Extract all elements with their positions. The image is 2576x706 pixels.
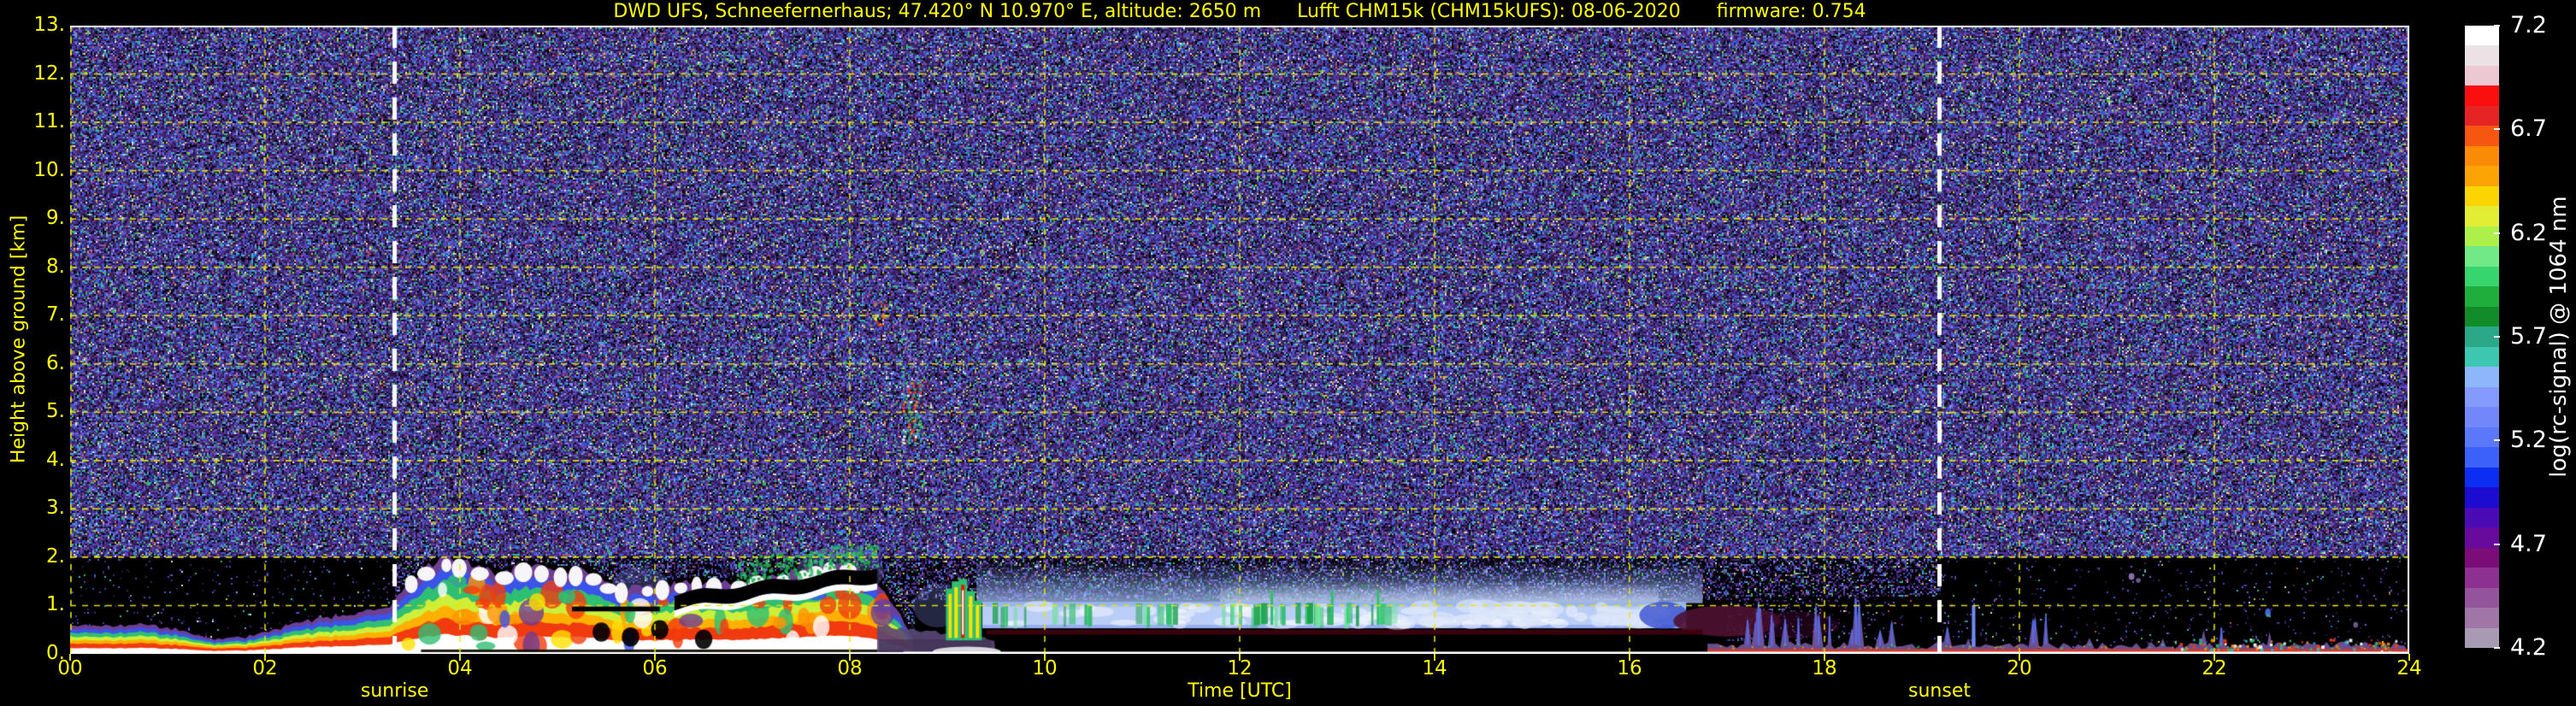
y-tick-label: 12.: [33, 62, 65, 85]
x-tick-mark: [2408, 654, 2410, 661]
title-instrument: Lufft CHM15k (CHM15kUFS): 08-06-2020: [1297, 1, 1681, 22]
colorbar-tick-mark: [2494, 439, 2500, 442]
x-tick-mark: [1239, 654, 1241, 661]
colorbar-segment: [2465, 185, 2499, 207]
colorbar-tick-label: 4.2: [2510, 634, 2547, 661]
colorbar-tick-mark: [2494, 647, 2500, 649]
x-tick-mark: [1434, 654, 1435, 661]
colorbar-segment: [2465, 286, 2499, 307]
colorbar-segment: [2465, 85, 2499, 106]
y-axis-title: Height above ground [km]: [8, 215, 30, 464]
time-height-heatmap: [70, 26, 2409, 654]
colorbar-segment: [2465, 346, 2499, 368]
x-tick-mark: [69, 654, 71, 661]
colorbar-segment: [2465, 608, 2499, 628]
colorbar-segment: [2465, 45, 2499, 66]
y-tick-label: 10.: [33, 158, 65, 181]
colorbar-tick-label: 4.7: [2510, 530, 2547, 557]
colorbar-segment: [2465, 145, 2499, 167]
x-tick-mark: [849, 654, 851, 661]
colorbar-segment: [2465, 427, 2499, 448]
y-tick-label: 11.: [33, 110, 65, 133]
title-firmware: firmware: 0.754: [1716, 1, 1866, 22]
colorbar-segment: [2465, 407, 2499, 427]
colorbar-tick-label: 6.7: [2510, 115, 2547, 143]
x-tick-mark: [459, 654, 461, 661]
x-tick-mark: [2213, 654, 2215, 661]
colorbar-segment: [2465, 627, 2499, 649]
colorbar-segment: [2465, 507, 2499, 528]
x-tick-mark: [264, 654, 266, 661]
colorbar-tick-label: 7.2: [2510, 12, 2547, 38]
colorbar-segment: [2465, 467, 2499, 488]
x-tick-mark: [654, 654, 656, 661]
colorbar-tick-mark: [2494, 543, 2500, 545]
y-tick-label: 13.: [33, 14, 65, 36]
colorbar-segment: [2465, 587, 2499, 609]
colorbar-segment: [2465, 367, 2499, 387]
x-axis-title: Time [UTC]: [1188, 680, 1292, 702]
x-tick-mark: [2019, 654, 2020, 661]
y-tick-label: 2.: [46, 544, 65, 568]
colorbar-segment: [2465, 206, 2499, 227]
colorbar-segment: [2465, 447, 2499, 468]
colorbar-segment: [2465, 306, 2499, 327]
y-tick-label: 1.: [46, 593, 65, 616]
colorbar-segment: [2465, 65, 2499, 86]
y-tick-label: 3.: [46, 497, 65, 520]
colorbar-segment: [2465, 105, 2499, 126]
figure-title: DWD UFS, Schneefernerhaus; 47.420° N 10.…: [70, 1, 2409, 22]
colorbar-segment: [2465, 568, 2499, 588]
title-station: DWD UFS, Schneefernerhaus; 47.420° N 10.…: [613, 1, 1262, 22]
colorbar-tick-mark: [2494, 336, 2500, 338]
colorbar-segment: [2465, 166, 2499, 186]
x-tick-mark: [1044, 654, 1046, 661]
colorbar-segment: [2465, 246, 2499, 267]
colorbar-tick-mark: [2494, 232, 2500, 234]
colorbar-tick-mark: [2494, 128, 2500, 131]
colorbar-segment: [2465, 487, 2499, 508]
colorbar-segment: [2465, 26, 2499, 46]
colorbar-segment: [2465, 386, 2499, 408]
colorbar-segment: [2465, 547, 2499, 568]
colorbar-tick-mark: [2494, 25, 2500, 26]
sunset-annotation: sunset: [1908, 680, 1972, 702]
colorbar-segment: [2465, 266, 2499, 287]
colorbar-segment: [2465, 226, 2499, 247]
sunrise-annotation: sunrise: [360, 680, 429, 702]
x-tick-mark: [1824, 654, 1825, 661]
ceilometer-quicklook-figure: DWD UFS, Schneefernerhaus; 47.420° N 10.…: [0, 0, 2576, 706]
x-tick-mark: [1629, 654, 1630, 661]
colorbar-title: log(rc-signal) @ 1064 nm: [2546, 196, 2572, 478]
